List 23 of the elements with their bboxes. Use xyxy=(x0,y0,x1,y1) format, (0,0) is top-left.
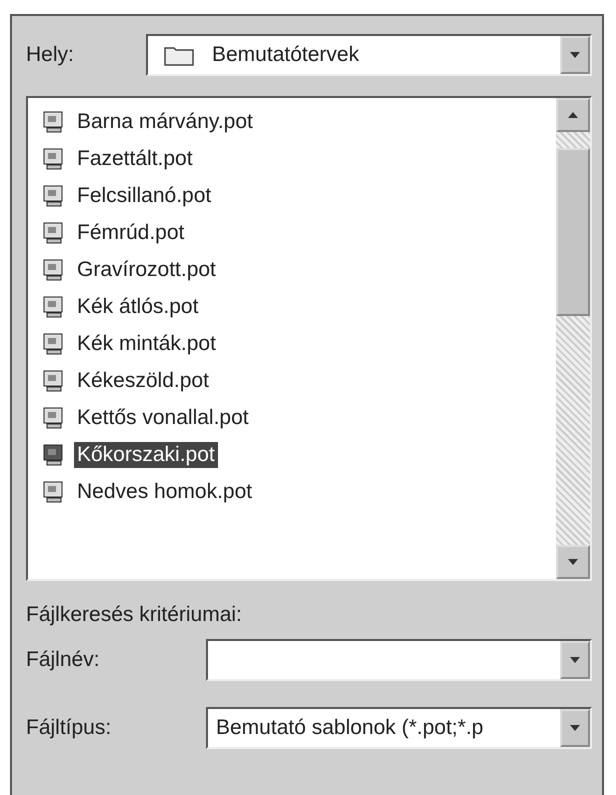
down-arrow-icon xyxy=(568,559,578,565)
file-item[interactable]: Kék minták.pot xyxy=(42,328,556,360)
file-item[interactable]: Gravírozott.pot xyxy=(42,254,556,286)
file-item[interactable]: Fémrúd.pot xyxy=(42,217,556,249)
combo-field[interactable] xyxy=(206,639,592,681)
location-dropdown[interactable]: Bemutatótervek xyxy=(146,34,592,76)
file-item[interactable]: Fazettált.pot xyxy=(42,143,556,175)
location-label: Hely: xyxy=(26,43,75,67)
combo-field[interactable]: Bemutató sablonok (*.pot;*.p xyxy=(206,707,592,749)
scroll-up-button[interactable] xyxy=(556,98,590,132)
scrollbar-thumb[interactable] xyxy=(556,148,590,316)
criteria-heading: Fájlkeresés kritériumai: xyxy=(26,603,243,627)
file-item[interactable]: Kőkorszaki.pot xyxy=(42,439,556,471)
file-item[interactable]: Kékeszöld.pot xyxy=(42,365,556,397)
file-item[interactable]: Felcsillanó.pot xyxy=(42,180,556,212)
file-item[interactable]: Barna márvány.pot xyxy=(42,106,556,138)
field-label: Fájltípus: xyxy=(26,716,112,740)
file-item[interactable]: Kettős vonallal.pot xyxy=(42,402,556,434)
field-label: Fájlnév: xyxy=(26,648,101,672)
scroll-down-button[interactable] xyxy=(556,545,590,579)
file-item[interactable]: Kék átlós.pot xyxy=(42,291,556,323)
up-arrow-icon xyxy=(568,112,578,118)
file-item[interactable]: Nedves homok.pot xyxy=(42,476,556,508)
